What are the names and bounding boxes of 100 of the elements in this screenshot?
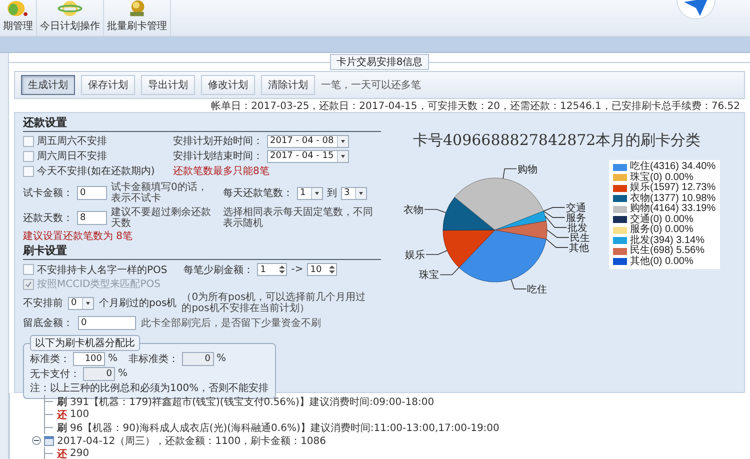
checkbox[interactable]: [23, 264, 34, 275]
leader-line: [440, 267, 460, 276]
toolbar-button[interactable]: 今日计划操作: [37, 0, 104, 36]
advice-text: 建议设置还款笔数为 8笔: [23, 230, 133, 243]
field-label: 安排计划开始时间：: [173, 134, 263, 148]
slice-label: 衣物: [404, 204, 424, 216]
tree-node-text: 96【机器：90)海科成人成衣店(光)(海科融通0.6%)】建议消费时间:11:00-13:00,17:00-19:00: [70, 422, 500, 434]
toolbar-button[interactable]: 修改计划: [201, 75, 255, 95]
toolbar-button[interactable]: 批量刷卡管理: [104, 0, 171, 36]
tree-node-text: 290: [70, 448, 90, 459]
caret-icon[interactable]: [311, 188, 322, 198]
legend-label: 衣物(1377) 10.98%: [630, 194, 716, 204]
caret-icon[interactable]: [355, 188, 366, 198]
section-heading: 刷卡设置: [23, 242, 381, 260]
date-select[interactable]: 2017 - 04 - 15: [267, 150, 349, 162]
globe-icon: [57, 0, 83, 17]
unit-label: %: [108, 353, 118, 364]
legend-label: 吃住(4316) 34.40%: [630, 162, 716, 172]
legend-label: 娱乐(1597) 12.73%: [630, 183, 716, 193]
caret-icon[interactable]: [82, 298, 93, 308]
input-field[interactable]: 8: [77, 211, 107, 225]
slice-label: 珠宝: [419, 270, 440, 282]
toolbar-button[interactable]: 保存计划: [81, 75, 135, 95]
collapse-icon[interactable]: [32, 436, 41, 445]
repay-tag: 还: [57, 446, 67, 459]
dropdown[interactable]: 1: [297, 186, 323, 200]
section-heading: 还款设置: [23, 114, 381, 132]
field-label: 试卡金额：: [23, 186, 73, 200]
legend-label: 服务(0) 0.00%: [630, 225, 694, 235]
leader-line: [426, 250, 448, 255]
unit-label: %: [118, 368, 128, 379]
slice-label: 娱乐: [405, 250, 426, 261]
leader-line: [546, 238, 568, 248]
summary-text: 帐单日：2017-03-25，还款日：2017-04-15，可安排天数：20，还需还款：12546.1，已安排刷卡总手续费：76.52: [210, 100, 741, 112]
legend-label: 购物(4164) 33.19%: [630, 204, 716, 214]
field-label: 到: [327, 187, 337, 200]
hint-text: 试卡金额填写0的话，表示不试卡: [111, 182, 208, 204]
fruit-icon: [7, 0, 29, 17]
slice-label: 民生: [570, 232, 590, 244]
number-spinner[interactable]: 10: [307, 263, 338, 276]
field-label: 安排计划结束时间：: [173, 150, 263, 163]
legend-label: 民生(698) 5.56%: [630, 246, 704, 256]
checkbox-label: 周六周日不安排: [37, 150, 107, 163]
legend-label: 批发(394) 3.14%: [630, 236, 704, 246]
checkbox[interactable]: [23, 136, 34, 146]
unit-label: %: [216, 353, 226, 364]
field-label: 留底金额：: [23, 316, 73, 330]
chart-title: 卡号4096688827842872本月的刷卡分类: [412, 130, 702, 150]
dropdown[interactable]: 3: [341, 186, 367, 200]
tree-node-text: 391【机器：179)祥鑫超市(钱宝)(钱宝支付0.56%)】建议消费时间:09:00-18:00: [70, 396, 434, 408]
checkbox-label: 按照MCCID类型来匹配POS: [37, 278, 160, 291]
checkbox[interactable]: [23, 166, 34, 176]
dropdown[interactable]: 0: [68, 296, 94, 310]
logo-icon: [676, 0, 716, 20]
toolbar-button[interactable]: 期管理: [0, 0, 37, 36]
input-field[interactable]: 0: [77, 186, 107, 200]
warning-text: 还款笔数最多只能8笔: [173, 164, 270, 178]
input-field[interactable]: 100: [73, 352, 105, 366]
legend-label: 珠宝(0) 0.00%: [630, 172, 694, 182]
leader-line: [510, 279, 527, 290]
spin-arrows-icon[interactable]: [278, 264, 286, 275]
section-title: 卡片交易安排8信息: [330, 54, 429, 70]
field-label: 不安排前: [23, 296, 63, 310]
hint-text: 此卡全部刷完后，是否留下少量资金不刷: [141, 316, 321, 330]
slice-label: 其他: [569, 242, 590, 254]
caret-icon[interactable]: [336, 136, 348, 146]
slice-label: 吃住: [527, 284, 548, 296]
hint-text: （0为所有pos机，可以选择前几个月用过的pos机不安排在当前计划）: [182, 292, 367, 314]
toolbar-button[interactable]: 清除计划: [261, 75, 315, 95]
spin-arrows-icon[interactable]: [328, 264, 336, 275]
date-select[interactable]: 2017 - 04 - 08: [267, 134, 349, 148]
leader-line: [546, 230, 570, 238]
input-field[interactable]: 0: [78, 316, 136, 330]
swipe-tag: 刷: [57, 420, 67, 434]
toolbar-button[interactable]: 导出计划: [141, 75, 195, 95]
checkbox-label: 不安排持卡人名字一样的POS: [37, 264, 168, 276]
field-label: 个月刷过的pos机: [99, 296, 177, 310]
legend-label: 其他(0) 0.00%: [630, 256, 694, 267]
leader-line: [424, 208, 446, 214]
calendar-icon: [44, 436, 54, 446]
swipe-tag: 刷: [57, 394, 67, 408]
toolbar-button[interactable]: 生成计划: [21, 75, 75, 95]
slice-label: 服务: [566, 212, 586, 224]
checkbox-label: 今天不安排(如在还款期内): [37, 164, 155, 178]
note-text: 注：以上三种的比例总和必须为100%，否则不能安排: [30, 382, 269, 395]
field-label: 每天还款笔数：: [223, 187, 293, 200]
checkbox-label: 周五周六不安排: [37, 134, 107, 148]
caret-icon[interactable]: [336, 150, 348, 162]
slice-label: 购物: [518, 164, 538, 176]
checkbox[interactable]: [23, 150, 34, 162]
field-label: 每笔少刷金额：: [183, 264, 254, 276]
repay-tag: 还: [57, 408, 67, 422]
hint-text: 选择相同表示每天固定笔数，不同表示随机: [223, 207, 373, 229]
field-label: 还款天数：: [23, 212, 73, 225]
hint-text: 一笔，一天可以还多笔: [321, 78, 421, 92]
field-label: 非标准类：: [128, 352, 179, 366]
number-spinner[interactable]: 1: [257, 263, 288, 276]
tree-node-text: 100: [70, 409, 90, 420]
field-label: 无卡支付：: [30, 368, 80, 380]
leader-line: [502, 168, 518, 180]
